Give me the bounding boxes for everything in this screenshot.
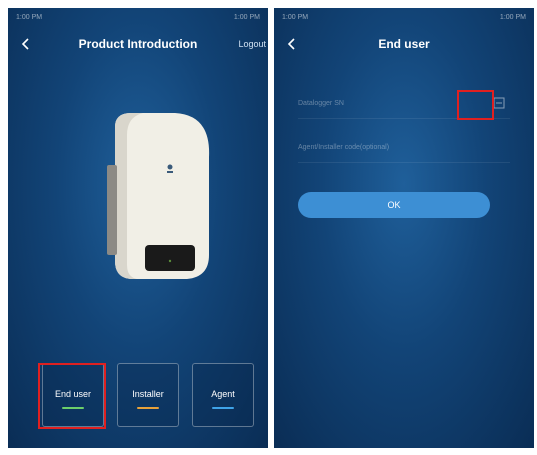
page-title: Product Introduction xyxy=(78,37,198,51)
agent-installer-code-placeholder: Agent/Installer code(optional) xyxy=(298,144,390,151)
role-button-agent[interactable]: Agent xyxy=(192,363,254,427)
status-bar: 1:00 PM 1:00 PM xyxy=(8,8,268,26)
datalogger-sn-placeholder: Datalogger SN xyxy=(298,100,344,107)
ok-button[interactable]: OK xyxy=(298,192,490,218)
end-user-screen: 1:00 PM 1:00 PM End user Datalogger SN A… xyxy=(274,8,534,448)
inverter-device-image xyxy=(107,113,210,279)
status-left: 1:00 PM xyxy=(282,13,309,21)
status-right: 1:00 PM xyxy=(499,13,526,21)
role-label: Installer xyxy=(132,389,164,399)
agent-installer-code-field[interactable]: Agent/Installer code(optional) xyxy=(298,140,510,163)
role-label: Agent xyxy=(211,389,235,399)
highlight-box xyxy=(457,90,494,120)
highlight-box xyxy=(38,363,106,429)
status-right: 1:00 PM xyxy=(233,13,260,21)
scan-icon[interactable] xyxy=(492,96,506,110)
nav-bar: Product Introduction Logout xyxy=(8,30,268,60)
role-underline xyxy=(137,407,159,409)
status-bar: 1:00 PM 1:00 PM xyxy=(274,8,534,26)
page-title: End user xyxy=(378,37,430,51)
role-underline xyxy=(212,407,234,409)
status-left: 1:00 PM xyxy=(16,13,43,21)
nav-bar: End user xyxy=(274,30,534,60)
role-button-installer[interactable]: Installer xyxy=(117,363,179,427)
logout-link[interactable]: Logout xyxy=(238,39,266,49)
product-introduction-screen: 1:00 PM 1:00 PM Product Introduction Log… xyxy=(8,8,268,448)
